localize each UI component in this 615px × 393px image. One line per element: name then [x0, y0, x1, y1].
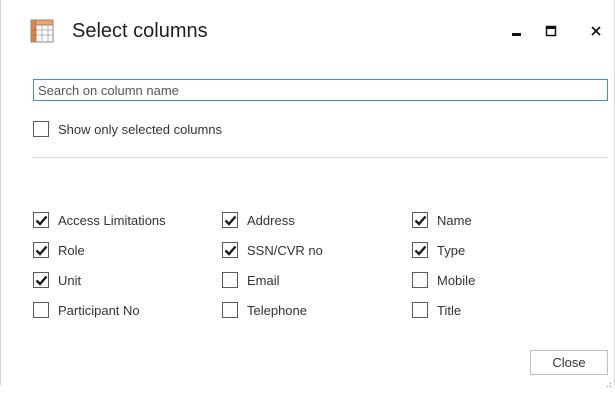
column-option-title[interactable]: Title — [412, 302, 461, 318]
column-option-label: Title — [437, 302, 462, 318]
minimize-button[interactable] — [503, 18, 531, 44]
column-checkbox[interactable] — [33, 302, 49, 318]
show-only-selected-label: Show only selected columns — [58, 121, 223, 137]
column-option-email[interactable]: Email — [222, 272, 280, 288]
column-option-label: Email — [247, 272, 280, 288]
search-input[interactable] — [33, 79, 608, 101]
maximize-button[interactable] — [537, 18, 565, 44]
column-option-telephone[interactable]: Telephone — [222, 302, 307, 318]
column-option-label: Participant No — [58, 302, 140, 318]
divider — [33, 157, 608, 158]
column-option-label: Telephone — [247, 302, 307, 318]
column-checkbox[interactable] — [412, 212, 428, 228]
column-checkbox[interactable] — [222, 272, 238, 288]
close-window-button[interactable] — [582, 18, 610, 44]
column-option-label: Address — [247, 212, 295, 228]
column-checkbox[interactable] — [222, 302, 238, 318]
column-option-unit[interactable]: Unit — [33, 272, 81, 288]
column-checkbox[interactable] — [412, 302, 428, 318]
column-checkbox[interactable] — [33, 242, 49, 258]
column-option-name[interactable]: Name — [412, 212, 472, 228]
column-checkbox[interactable] — [412, 272, 428, 288]
column-option-ssn-cvr-no[interactable]: SSN/CVR no — [222, 242, 323, 258]
column-checkbox[interactable] — [412, 242, 428, 258]
maximize-icon — [545, 25, 557, 37]
column-option-label: Name — [437, 212, 472, 228]
title-bar[interactable]: Select columns — [1, 0, 614, 62]
close-button[interactable]: Close — [530, 350, 608, 375]
column-option-participant-no[interactable]: Participant No — [33, 302, 140, 318]
table-grid-icon — [30, 19, 54, 43]
column-option-label: Unit — [58, 272, 82, 288]
show-only-selected-checkbox-row[interactable]: Show only selected columns — [33, 121, 222, 137]
column-option-access-limitations[interactable]: Access Limitations — [33, 212, 166, 228]
show-only-selected-checkbox[interactable] — [33, 121, 49, 137]
column-option-label: Mobile — [437, 272, 476, 288]
column-option-mobile[interactable]: Mobile — [412, 272, 475, 288]
column-checkbox[interactable] — [222, 212, 238, 228]
column-option-address[interactable]: Address — [222, 212, 295, 228]
select-columns-dialog: Select columns Show only selected column… — [0, 0, 615, 388]
column-option-role[interactable]: Role — [33, 242, 85, 258]
column-option-label: Role — [58, 242, 85, 258]
dialog-title: Select columns — [72, 20, 208, 42]
column-option-label: Access Limitations — [58, 212, 166, 228]
column-checkbox[interactable] — [222, 242, 238, 258]
column-checkbox[interactable] — [33, 212, 49, 228]
close-icon — [591, 26, 601, 36]
minimize-icon — [512, 33, 521, 36]
column-option-label: SSN/CVR no — [247, 242, 323, 258]
column-option-label: Type — [437, 242, 466, 258]
resize-grip-icon[interactable] — [604, 375, 612, 388]
column-option-type[interactable]: Type — [412, 242, 465, 258]
column-checkbox[interactable] — [33, 272, 49, 288]
